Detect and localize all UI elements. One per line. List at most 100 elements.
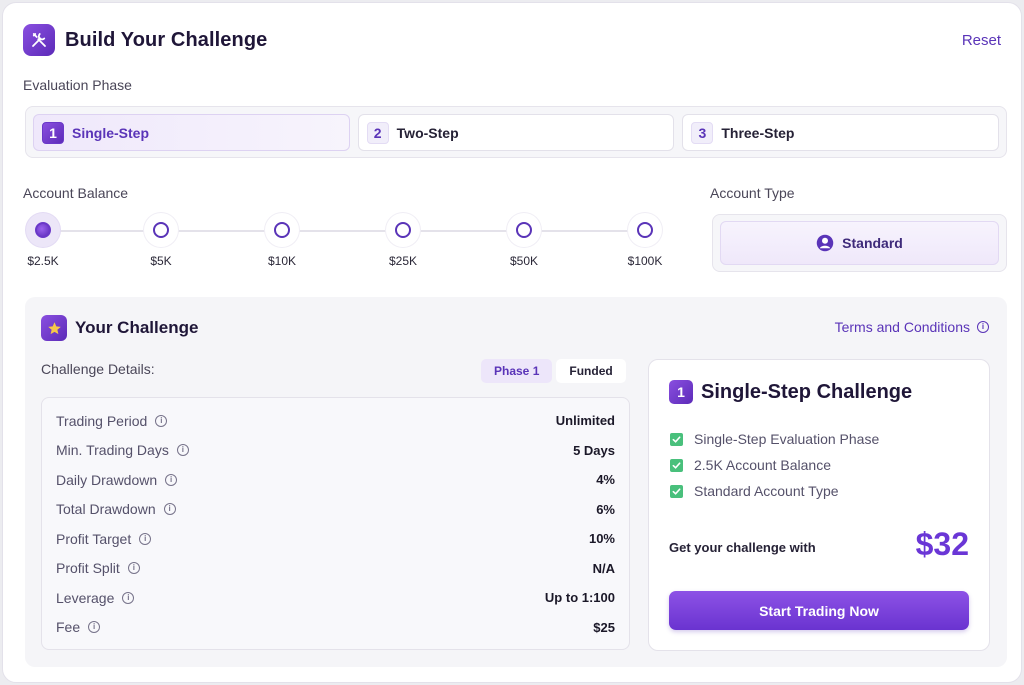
- detail-key: Leverage i: [56, 590, 135, 606]
- detail-key: Daily Drawdown i: [56, 471, 178, 488]
- balance-option-100k[interactable]: $100K: [627, 213, 663, 268]
- info-icon[interactable]: i: [139, 532, 152, 545]
- phase-selector: 1 Single-Step 2 Two-Step 3 Three-Step: [25, 106, 1007, 158]
- detail-value: $25: [593, 619, 615, 635]
- evaluation-phase-label: Evaluation Phase: [23, 77, 132, 93]
- detail-key-text: Profit Split: [56, 560, 120, 577]
- phase-tab-two-step[interactable]: 2 Two-Step: [357, 114, 675, 151]
- user-circle-icon: [816, 234, 834, 252]
- balance-option-label: $10K: [267, 254, 297, 268]
- info-icon[interactable]: i: [88, 621, 101, 634]
- account-type-standard-button[interactable]: Standard: [720, 221, 999, 265]
- detail-key-text: Trading Period: [56, 412, 148, 429]
- detail-value: 5 Days: [573, 442, 615, 458]
- summary-header: 1 Single-Step Challenge: [669, 380, 912, 404]
- detail-value: Up to 1:100: [544, 590, 615, 606]
- radio-dot: [516, 222, 532, 238]
- slider-stop: [628, 213, 662, 247]
- balance-option-label: $50K: [509, 254, 539, 268]
- tools-icon: [23, 24, 55, 56]
- account-type-selector: Standard: [712, 214, 1007, 272]
- challenge-builder-card: Build Your Challenge Reset Evaluation Ph…: [2, 2, 1022, 683]
- radio-dot: [637, 222, 653, 238]
- slider-stop: [26, 213, 60, 247]
- checklist-text: Single-Step Evaluation Phase: [694, 431, 880, 447]
- phase-tab-three-step[interactable]: 3 Three-Step: [682, 114, 1000, 151]
- balance-option-2-5k[interactable]: $2.5K: [25, 213, 61, 268]
- checkbox-checked-icon: [670, 484, 683, 498]
- slider-track: [43, 230, 646, 232]
- detail-key: Fee i: [56, 619, 101, 636]
- info-icon[interactable]: i: [163, 503, 176, 516]
- your-challenge-panel: Your Challenge Terms and Conditions i Ch…: [25, 297, 1007, 667]
- balance-option-5k[interactable]: $5K: [143, 213, 179, 268]
- detail-row: Profit Split i N/A: [56, 554, 615, 584]
- info-icon[interactable]: i: [165, 473, 178, 486]
- detail-key: Profit Target i: [56, 530, 152, 547]
- balance-option-10k[interactable]: $10K: [264, 213, 300, 268]
- star-icon: [41, 315, 67, 341]
- challenge-details-table: Trading Period i Unlimited Min. Trading D…: [41, 397, 630, 650]
- radio-dot: [274, 222, 290, 238]
- detail-row: Trading Period i Unlimited: [56, 406, 615, 436]
- panel-title: Your Challenge: [75, 318, 199, 337]
- toggle-phase-1[interactable]: Phase 1: [481, 359, 553, 383]
- info-icon[interactable]: i: [155, 414, 168, 427]
- info-icon: i: [977, 321, 989, 333]
- detail-key-text: Fee: [56, 619, 81, 636]
- checklist-item: 2.5K Account Balance: [670, 452, 879, 478]
- info-icon[interactable]: i: [122, 591, 135, 604]
- terms-link[interactable]: Terms and Conditions i: [835, 319, 989, 335]
- phase-label: Three-Step: [721, 124, 795, 141]
- reset-button[interactable]: Reset: [962, 32, 1001, 49]
- detail-key: Trading Period i: [56, 412, 168, 429]
- phase-label: Two-Step: [396, 124, 459, 141]
- summary-checklist: Single-Step Evaluation Phase 2.5K Accoun…: [670, 426, 879, 504]
- slider-stop: [265, 213, 299, 247]
- balance-option-label: $100K: [627, 254, 663, 268]
- info-icon[interactable]: i: [176, 444, 189, 457]
- balance-option-25k[interactable]: $25K: [385, 213, 421, 268]
- account-type-label: Account Type: [710, 185, 795, 201]
- phase-number: 1: [42, 121, 64, 144]
- detail-row: Leverage i Up to 1:100: [56, 583, 615, 613]
- account-balance-label: Account Balance: [23, 185, 129, 201]
- detail-value: 6%: [596, 501, 615, 517]
- detail-row: Daily Drawdown i 4%: [56, 465, 615, 495]
- slider-stop: [507, 213, 541, 247]
- balance-option-label: $2.5K: [27, 254, 59, 268]
- phase-label: Single-Step: [72, 124, 150, 141]
- page-title: Build Your Challenge: [65, 28, 268, 51]
- challenge-details-label: Challenge Details:: [41, 361, 155, 377]
- summary-title: Single-Step Challenge: [701, 380, 913, 403]
- account-type-label-text: Standard: [842, 235, 903, 251]
- info-icon[interactable]: i: [127, 562, 140, 575]
- detail-value: 4%: [596, 472, 615, 488]
- radio-dot: [153, 222, 169, 238]
- detail-key-text: Total Drawdown: [56, 501, 156, 518]
- detail-key: Min. Trading Days i: [56, 442, 189, 458]
- detail-key-text: Profit Target: [56, 530, 132, 547]
- detail-row: Min. Trading Days i 5 Days: [56, 436, 615, 466]
- phase-tab-single-step[interactable]: 1 Single-Step: [33, 114, 350, 151]
- slider-stop: [144, 213, 178, 247]
- start-trading-button[interactable]: Start Trading Now: [669, 591, 969, 630]
- challenge-summary-card: 1 Single-Step Challenge Single-Step Eval…: [648, 359, 990, 651]
- toggle-funded[interactable]: Funded: [556, 359, 626, 383]
- account-balance-slider: $2.5K $5K $10K $25K $50K $100K: [25, 213, 670, 273]
- header: Build Your Challenge Reset: [23, 23, 1001, 57]
- radio-dot: [395, 222, 411, 238]
- detail-value: 10%: [588, 531, 615, 547]
- checkbox-checked-icon: [670, 458, 683, 472]
- detail-key: Profit Split i: [56, 560, 140, 576]
- checklist-item: Standard Account Type: [670, 478, 879, 504]
- balance-option-label: $25K: [388, 254, 418, 268]
- detail-value: Unlimited: [555, 413, 615, 429]
- detail-key-text: Daily Drawdown: [56, 471, 158, 488]
- checkbox-checked-icon: [670, 432, 683, 446]
- price-value: $32: [915, 526, 969, 562]
- detail-row: Fee i $25: [56, 613, 615, 643]
- balance-option-50k[interactable]: $50K: [506, 213, 542, 268]
- detail-key-text: Min. Trading Days: [56, 442, 169, 459]
- phase-number: 2: [366, 121, 389, 144]
